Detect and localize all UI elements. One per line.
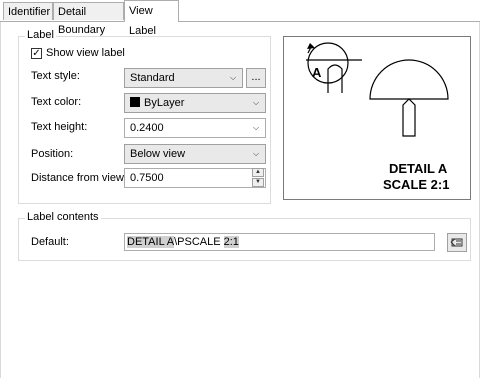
text-style-dropdown[interactable]: Standard ⌵ — [124, 68, 243, 88]
show-view-label-checkbox[interactable]: ✓ — [31, 48, 42, 59]
field-icon — [450, 238, 463, 247]
chevron-down-icon: ⌵ — [252, 149, 260, 158]
distance-spinner[interactable]: ▲ ▼ — [252, 168, 264, 188]
checkmark-icon: ✓ — [32, 48, 41, 59]
distance-from-view-label: Distance from view: — [31, 172, 127, 184]
insert-field-button[interactable] — [447, 233, 467, 252]
callout-arrowhead — [307, 43, 315, 49]
text-height-combo[interactable]: 0.2400 ⌵ — [124, 118, 266, 138]
preview-caption-line2: SCALE 2:1 — [383, 177, 449, 192]
distance-from-view-value: 0.7500 — [130, 172, 164, 184]
field-segment-detail: DETAIL — [127, 236, 167, 248]
tab-detail-boundary[interactable]: Detail Boundary — [53, 2, 124, 36]
position-dropdown[interactable]: Below view ⌵ — [124, 144, 266, 164]
label-group-title: Label — [25, 29, 56, 41]
preview-drawing: A DETAIL A SCALE 2:1 — [306, 42, 449, 192]
field-segment-scale: \PSCALE — [174, 236, 224, 248]
text-style-label: Text style: — [31, 70, 80, 82]
color-swatch-icon — [130, 97, 140, 107]
callout-letter: A — [312, 65, 322, 80]
tab-view-label[interactable]: View Label — [124, 0, 179, 37]
show-view-label-label: Show view label — [46, 47, 125, 59]
position-value: Below view — [130, 148, 186, 160]
chevron-down-icon: ⌵ — [252, 123, 260, 132]
view-label-preview: A DETAIL A SCALE 2:1 — [283, 36, 471, 200]
text-color-label: Text color: — [31, 96, 82, 108]
field-segment-ratio: 2:1 — [223, 236, 239, 248]
distance-from-view-input[interactable]: 0.7500 ▲ ▼ — [124, 168, 266, 188]
preview-caption-line1: DETAIL A — [389, 161, 448, 176]
text-style-value: Standard — [130, 72, 175, 84]
tab-divider — [0, 21, 480, 22]
label-contents-title: Label contents — [25, 211, 101, 223]
default-label: Default: — [31, 236, 69, 248]
position-label: Position: — [31, 148, 74, 160]
chevron-down-icon: ⌵ — [252, 98, 260, 107]
text-style-browse-button[interactable]: ... — [246, 68, 266, 88]
text-height-label: Text height: — [31, 121, 88, 133]
field-segment-letter: A — [166, 236, 175, 248]
detail-stem — [402, 98, 416, 137]
tab-strip: Identifier Detail Boundary View Label — [0, 0, 480, 37]
pane-border-left — [0, 22, 1, 378]
detail-dome — [369, 59, 449, 100]
spin-up-icon[interactable]: ▲ — [252, 168, 264, 177]
chevron-down-icon: ⌵ — [229, 73, 237, 82]
text-height-value: 0.2400 — [130, 122, 164, 134]
tab-identifier[interactable]: Identifier — [3, 2, 53, 20]
text-color-dropdown[interactable]: ByLayer ⌵ — [124, 93, 266, 113]
text-color-value: ByLayer — [144, 97, 185, 109]
spin-down-icon[interactable]: ▼ — [252, 178, 264, 187]
label-contents-field[interactable]: DETAIL A\PSCALE 2:1 — [124, 233, 435, 251]
